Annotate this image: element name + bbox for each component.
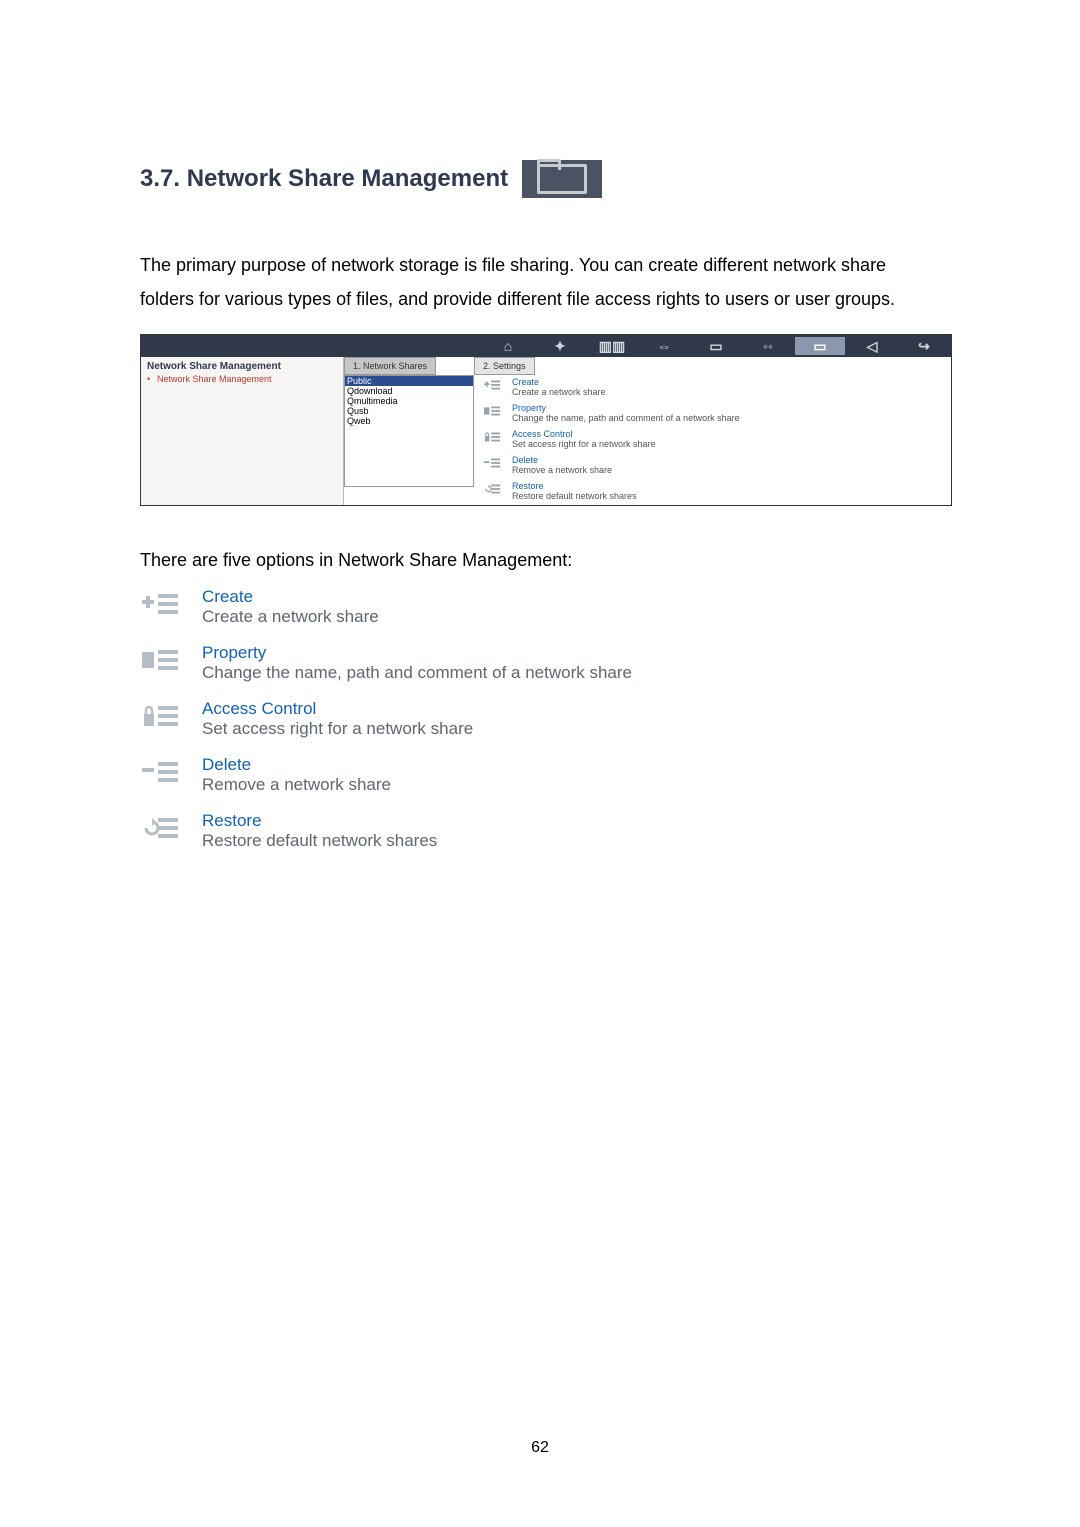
option-row: PropertyChange the name, path and commen… bbox=[140, 637, 700, 693]
option-desc: Remove a network share bbox=[202, 775, 391, 795]
plus-icon bbox=[482, 377, 504, 393]
action-desc: Create a network share bbox=[512, 387, 606, 397]
option-title: Access Control bbox=[202, 699, 473, 719]
action-title: Delete bbox=[512, 455, 612, 465]
list-item[interactable]: Public bbox=[345, 376, 473, 386]
list-item[interactable]: Qdownload bbox=[345, 386, 473, 396]
restore-icon bbox=[140, 811, 184, 845]
action-desc: Remove a network share bbox=[512, 465, 612, 475]
section-icon-box bbox=[522, 160, 602, 198]
shares-listbox[interactable]: Public Qdownload Qmultimedia Qusb Qweb bbox=[344, 375, 474, 487]
option-desc: Change the name, path and comment of a n… bbox=[202, 663, 632, 683]
minus-icon bbox=[140, 755, 184, 789]
logout-icon[interactable]: ↪ bbox=[899, 337, 949, 355]
prop-icon bbox=[140, 643, 184, 677]
option-title: Restore bbox=[202, 811, 437, 831]
list-item[interactable]: Qmultimedia bbox=[345, 396, 473, 406]
home-icon[interactable]: ⌂ bbox=[483, 337, 533, 355]
option-row: Access ControlSet access right for a net… bbox=[140, 693, 700, 749]
option-desc: Restore default network shares bbox=[202, 831, 437, 851]
tab-network-shares[interactable]: 1. Network Shares bbox=[344, 357, 436, 375]
minus-icon bbox=[482, 455, 504, 471]
action-desc: Restore default network shares bbox=[512, 491, 637, 501]
option-title: Create bbox=[202, 587, 379, 607]
section-title: 3.7. Network Share Management bbox=[140, 165, 508, 193]
intro-paragraph: The primary purpose of network storage i… bbox=[140, 248, 940, 316]
action-title: Property bbox=[512, 403, 740, 413]
restore-icon bbox=[482, 481, 504, 497]
network-icon[interactable]: ⇔ bbox=[639, 337, 689, 355]
option-title: Property bbox=[202, 643, 632, 663]
tools-icon[interactable]: ◁ bbox=[847, 337, 897, 355]
users-icon[interactable]: ◦◦ bbox=[743, 337, 793, 355]
action-title: Create bbox=[512, 377, 606, 387]
folder-icon bbox=[537, 164, 587, 194]
action-row[interactable]: PropertyChange the name, path and commen… bbox=[474, 401, 951, 427]
prop-icon bbox=[482, 403, 504, 419]
sidebar-title: Network Share Management bbox=[147, 357, 337, 374]
options-lead: There are five options in Network Share … bbox=[140, 550, 940, 571]
action-title: Access Control bbox=[512, 429, 656, 439]
action-row[interactable]: CreateCreate a network share bbox=[474, 375, 951, 401]
lock-icon bbox=[140, 699, 184, 733]
option-row: RestoreRestore default network shares bbox=[140, 805, 700, 861]
option-desc: Create a network share bbox=[202, 607, 379, 627]
disk-icon[interactable]: ▭ bbox=[691, 337, 741, 355]
option-title: Delete bbox=[202, 755, 391, 775]
option-desc: Set access right for a network share bbox=[202, 719, 473, 739]
list-item[interactable]: Qweb bbox=[345, 416, 473, 426]
server-icon[interactable]: ▥▥ bbox=[587, 337, 637, 355]
page-number: 62 bbox=[0, 1439, 1080, 1457]
action-row[interactable]: DeleteRemove a network share bbox=[474, 453, 951, 479]
list-item[interactable]: Qusb bbox=[345, 406, 473, 416]
action-row[interactable]: RestoreRestore default network shares bbox=[474, 479, 951, 505]
action-desc: Set access right for a network share bbox=[512, 439, 656, 449]
options-list: CreateCreate a network sharePropertyChan… bbox=[140, 581, 700, 861]
option-row: CreateCreate a network share bbox=[140, 581, 700, 637]
screenshot-topbar: ⌂ ✦ ▥▥ ⇔ ▭ ◦◦ ▭ ◁ ↪ bbox=[141, 335, 951, 357]
action-row[interactable]: Access ControlSet access right for a net… bbox=[474, 427, 951, 453]
option-row: DeleteRemove a network share bbox=[140, 749, 700, 805]
screenshot: ⌂ ✦ ▥▥ ⇔ ▭ ◦◦ ▭ ◁ ↪ Network Share Manage… bbox=[140, 334, 952, 506]
lock-icon bbox=[482, 429, 504, 445]
quick-icon[interactable]: ✦ bbox=[535, 337, 585, 355]
plus-icon bbox=[140, 587, 184, 621]
section-heading: 3.7. Network Share Management bbox=[140, 160, 940, 198]
action-desc: Change the name, path and comment of a n… bbox=[512, 413, 740, 423]
folder-nav-icon[interactable]: ▭ bbox=[795, 337, 845, 355]
action-title: Restore bbox=[512, 481, 637, 491]
screenshot-sidebar: Network Share Management Network Share M… bbox=[141, 357, 344, 505]
tab-settings[interactable]: 2. Settings bbox=[474, 357, 535, 375]
sidebar-link[interactable]: Network Share Management bbox=[147, 374, 337, 384]
